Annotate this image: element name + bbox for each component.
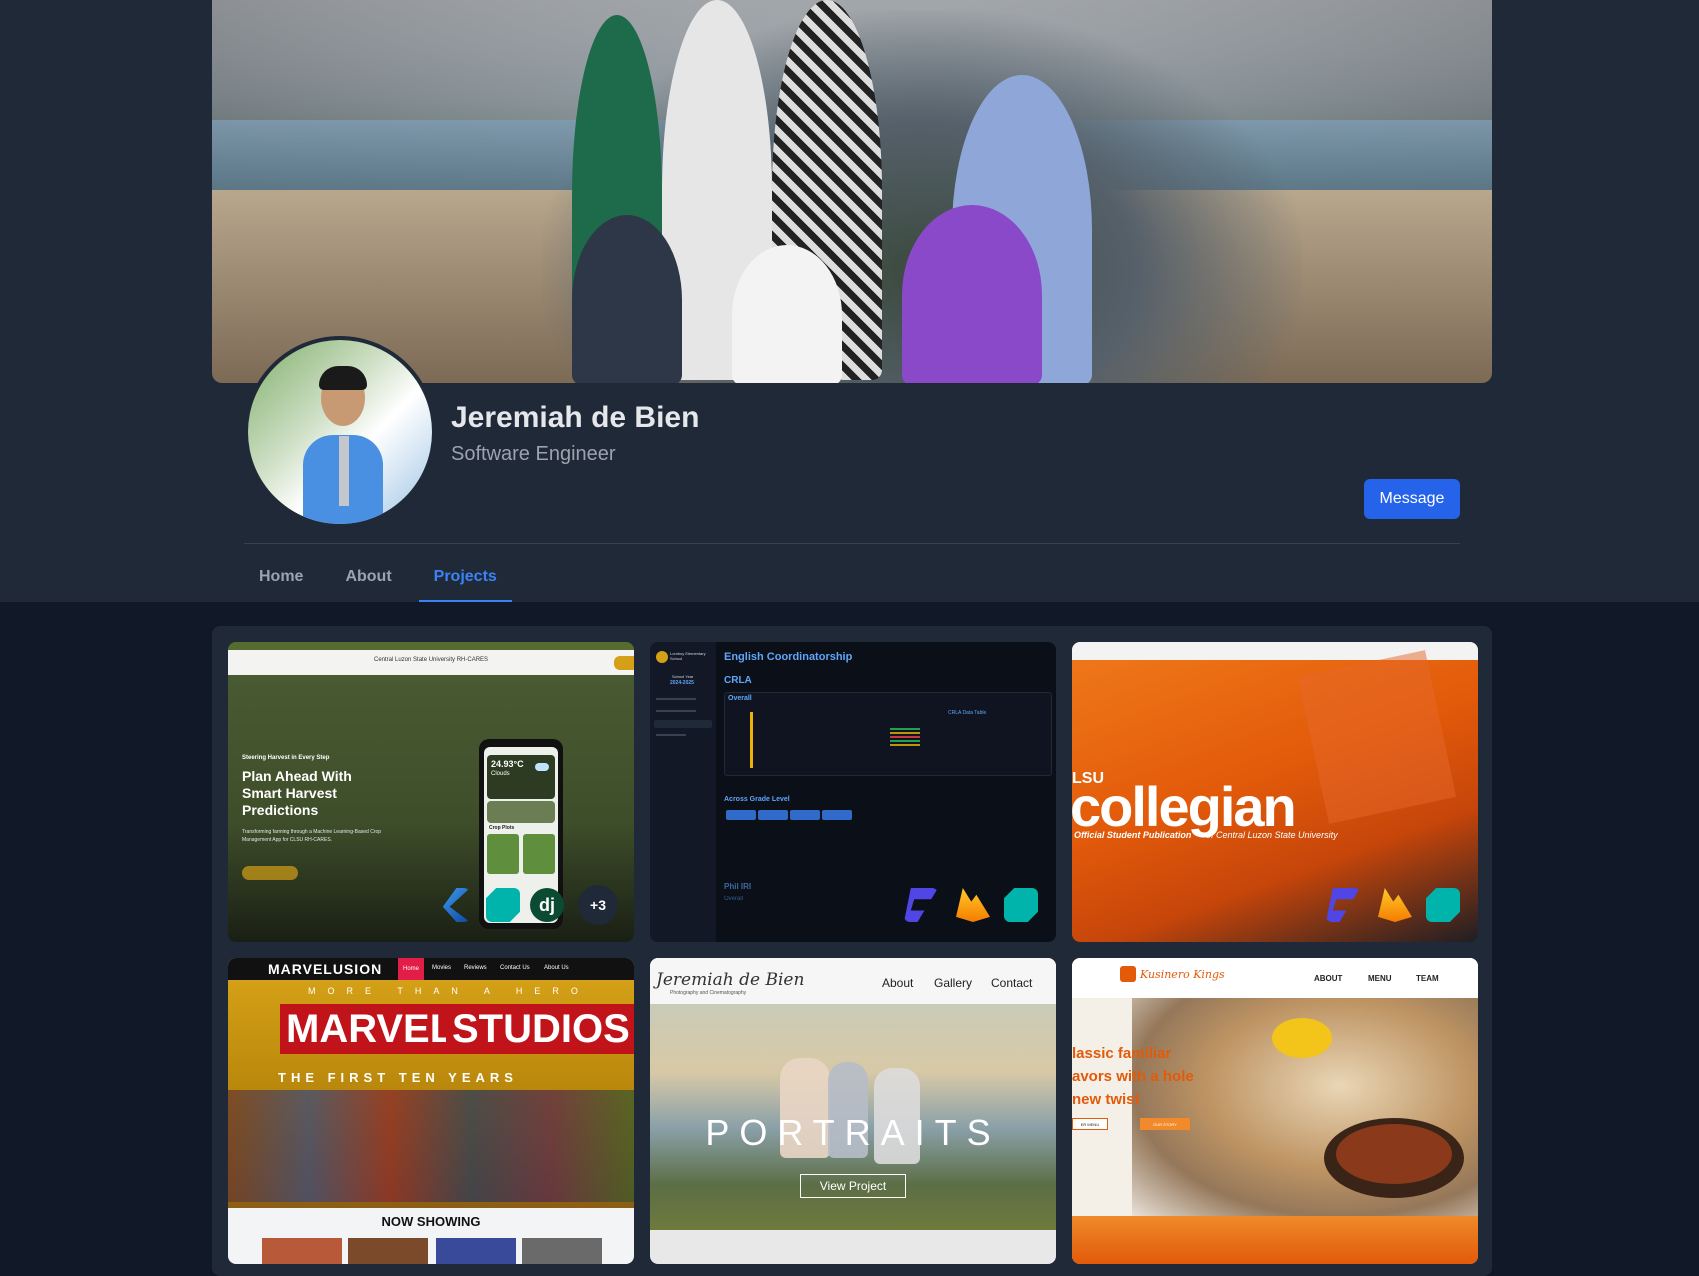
message-button[interactable]: Message: [1364, 479, 1460, 519]
project-card[interactable]: Central Luzon State University RH-CARES …: [228, 642, 634, 942]
profile-name: Jeremiah de Bien: [451, 401, 700, 434]
collegian-tagline-left: Official Student Publication: [1074, 830, 1192, 840]
tab-home[interactable]: Home: [244, 558, 318, 602]
kusinero-hero: lassic familiar avors with a hole new tw…: [1072, 1045, 1194, 1108]
profile-tabs: Home About Projects: [244, 558, 524, 602]
school-name: Lomboy Elementary School: [670, 651, 706, 661]
profile-header: Jeremiah de Bien Software Engineer Messa…: [0, 0, 1699, 602]
project-eyebrow: Steering Harvest in Every Step: [242, 755, 330, 761]
nav-reviews[interactable]: Reviews: [464, 965, 487, 971]
phone-weather: Clouds: [491, 771, 510, 777]
nav-contact[interactable]: Contact Us: [500, 965, 530, 971]
school-year-label: School Year: [672, 674, 694, 679]
firebase-icon: [1378, 888, 1412, 922]
now-showing-heading: NOW SHOWING: [381, 1214, 481, 1229]
phil-iri-overall: Overall: [724, 896, 744, 902]
phone-section: Crop Plots: [489, 825, 515, 831]
project-card[interactable]: LSU collegian Official Student Publicati…: [1072, 642, 1478, 942]
dart-icon: [1426, 888, 1460, 922]
download-app-button[interactable]: [242, 866, 298, 880]
order-menu-button[interactable]: ER MENU: [1072, 1118, 1108, 1130]
nav-contact[interactable]: Contact: [991, 976, 1032, 990]
project-header-text: Central Luzon State University RH-CARES: [374, 657, 489, 663]
chart-title: Overall: [728, 695, 752, 702]
marvel-tagline: MORE THAN A HERO: [308, 986, 590, 996]
crla-table-title: CRLA Data Table: [948, 710, 987, 716]
kusinero-logo-icon: [1120, 966, 1136, 982]
project-card[interactable]: MARVELUSION Home Movies Reviews Contact …: [228, 958, 634, 1264]
profile-title: Software Engineer: [451, 443, 616, 465]
dashboard-section: CRLA: [724, 675, 752, 686]
studios-title: STUDIOS: [446, 1004, 634, 1054]
school-logo-icon: [656, 651, 668, 663]
tab-projects[interactable]: Projects: [418, 558, 512, 602]
tab-about[interactable]: About: [330, 558, 406, 602]
flutter-icon: [442, 888, 470, 922]
header-divider: [244, 543, 1460, 544]
profile-avatar[interactable]: [244, 336, 436, 528]
view-project-button[interactable]: View Project: [800, 1174, 906, 1198]
projects-grid: Central Luzon State University RH-CARES …: [212, 626, 1492, 1276]
marvelusion-logo: MARVELUSION: [268, 961, 383, 977]
framer-icon: [904, 888, 938, 922]
nav-gallery[interactable]: Gallery: [934, 976, 972, 990]
phil-iri-title: Phil IRI: [724, 882, 752, 891]
nav-about[interactable]: About Us: [544, 965, 569, 971]
nav-about[interactable]: ABOUT: [1314, 974, 1342, 983]
crla-bar: [750, 712, 753, 768]
project-card[interactable]: Jeremiah de Bien Photography and Cinemat…: [650, 958, 1056, 1264]
project-card[interactable]: Kusinero Kings ABOUT MENU TEAM lassic fa…: [1072, 958, 1478, 1264]
school-year: 2024-2025: [670, 680, 694, 686]
portraits-heading: PORTRAITS: [705, 1112, 1001, 1153]
nav-about[interactable]: About: [882, 976, 913, 990]
phone-temperature: 24.93°C: [491, 759, 524, 769]
project-body: Transforming farming through a Machine L…: [242, 829, 382, 843]
firebase-icon: [956, 888, 990, 922]
framer-icon: [1326, 888, 1360, 922]
cloud-icon: [535, 763, 549, 771]
marvel-subtitle: THE FIRST TEN YEARS: [278, 1070, 518, 1085]
marvel-title: MARVEL: [280, 1004, 461, 1054]
our-story-button[interactable]: OUR STORY: [1140, 1118, 1190, 1130]
collegian-tagline-right: of Central Luzon State University: [1206, 830, 1338, 840]
cover-photo: [212, 0, 1492, 383]
nav-movies[interactable]: Movies: [432, 965, 451, 971]
project-card[interactable]: Lomboy Elementary School School Year 202…: [650, 642, 1056, 942]
photographer-subtitle: Photography and Cinematography: [670, 990, 747, 996]
nav-menu[interactable]: MENU: [1368, 974, 1392, 983]
nav-team[interactable]: TEAM: [1416, 974, 1439, 983]
dashboard-title: English Coordinatorship: [724, 651, 853, 663]
dart-icon: [1004, 888, 1038, 922]
kusinero-brand: Kusinero Kings: [1140, 968, 1225, 981]
grade-level-title: Across Grade Level: [724, 796, 790, 803]
django-icon: dj: [530, 888, 564, 922]
more-tech-badge[interactable]: +3: [578, 885, 618, 925]
photographer-signature: Jeremiah de Bien: [656, 970, 805, 990]
nav-home[interactable]: Home: [398, 958, 424, 980]
project-heading: Plan Ahead With Smart Harvest Prediction…: [242, 768, 352, 818]
